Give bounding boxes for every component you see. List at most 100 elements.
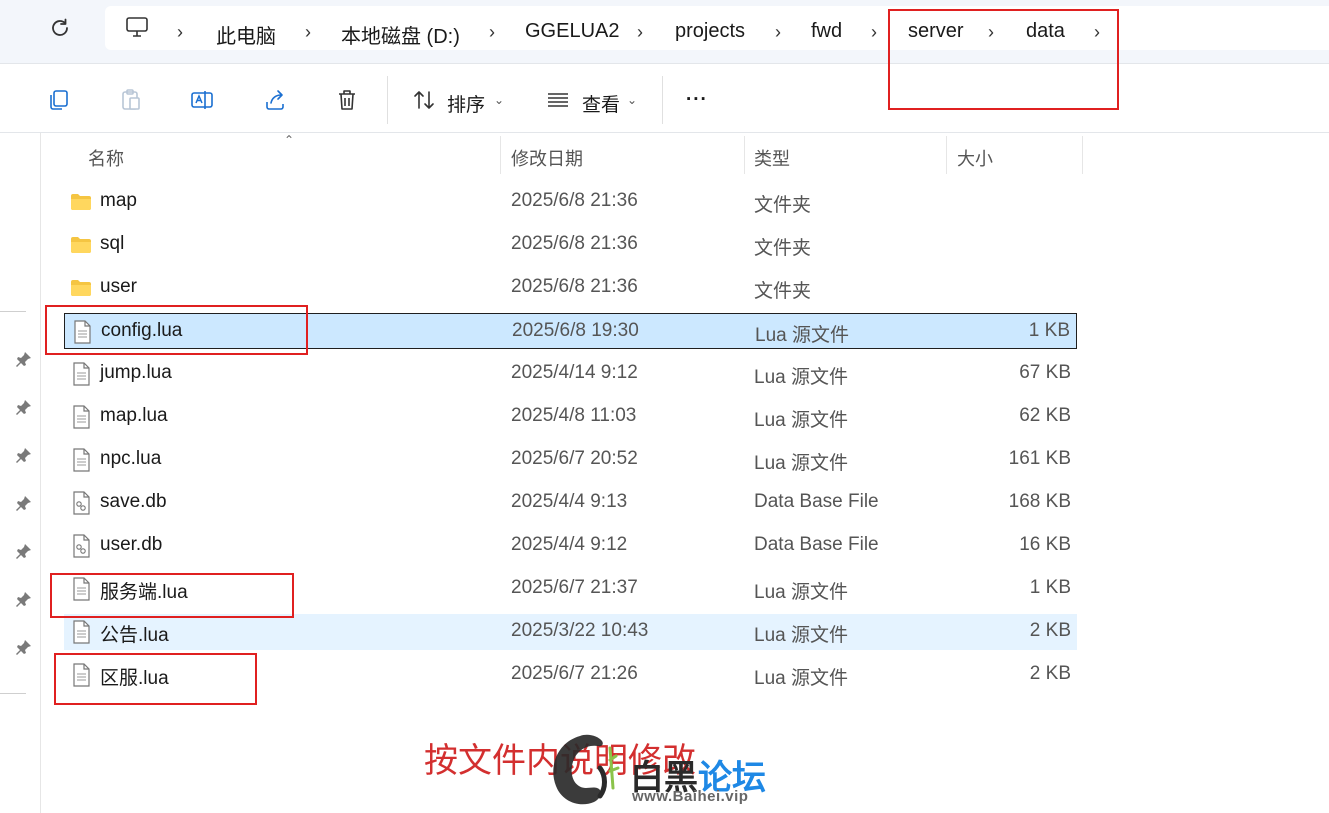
- file-date: 2025/4/8 11:03: [511, 405, 637, 426]
- breadcrumb-item-fwd[interactable]: fwd: [811, 20, 842, 43]
- file-name: save.db: [100, 491, 167, 512]
- file-type: 文件夹: [754, 238, 812, 259]
- file-date: 2025/6/8 21:36: [511, 276, 638, 297]
- breadcrumb-item-this-pc[interactable]: 此电脑: [216, 20, 276, 49]
- share-icon[interactable]: [263, 88, 287, 112]
- delete-icon[interactable]: [335, 88, 359, 112]
- breadcrumb-item-projects[interactable]: projects: [675, 20, 745, 43]
- divider: [0, 132, 1329, 133]
- paste-icon[interactable]: [119, 88, 143, 112]
- pin-icon[interactable]: [15, 350, 33, 368]
- file-row[interactable]: user.db 2025/4/4 9:12 Data Base File 16 KB: [64, 528, 1077, 564]
- file-row[interactable]: map.lua 2025/4/8 11:03 Lua 源文件 62 KB: [64, 399, 1077, 435]
- file-type: Lua 源文件: [754, 453, 848, 474]
- file-name: 公告.lua: [100, 625, 169, 646]
- file-date: 2025/6/8 21:36: [511, 233, 638, 254]
- file-size: 2 KB: [1029, 620, 1071, 641]
- file-date: 2025/6/7 21:26: [511, 663, 638, 684]
- folder-icon: [70, 233, 92, 257]
- file-row[interactable]: sql 2025/6/8 21:36 文件夹: [64, 227, 1077, 263]
- pin-icon[interactable]: [15, 446, 33, 464]
- file-date: 2025/6/7 21:37: [511, 577, 638, 598]
- pin-icon[interactable]: [15, 494, 33, 512]
- refresh-icon[interactable]: [48, 16, 72, 40]
- highlight-box: [54, 653, 257, 705]
- highlight-box: [45, 305, 308, 355]
- file-type: Lua 源文件: [754, 582, 848, 603]
- column-header-date[interactable]: 修改日期: [511, 145, 583, 171]
- file-size: 62 KB: [1019, 405, 1071, 426]
- file-size: 67 KB: [1019, 362, 1071, 383]
- file-date: 2025/6/8 21:36: [511, 190, 638, 211]
- breadcrumb[interactable]: › 此电脑 › 本地磁盘 (D:) › GGELUA2 › projects ›…: [105, 6, 1329, 50]
- file-date: 2025/4/4 9:12: [511, 534, 628, 555]
- file-date: 2025/4/14 9:12: [511, 362, 638, 383]
- file-row[interactable]: save.db 2025/4/4 9:13 Data Base File 168 KB: [64, 485, 1077, 521]
- file-name: user.db: [100, 534, 163, 555]
- column-header-size[interactable]: 大小: [957, 145, 993, 171]
- column-divider[interactable]: [1082, 136, 1083, 174]
- text-file-icon: [70, 362, 92, 386]
- breadcrumb-item-drive-d[interactable]: 本地磁盘 (D:): [341, 20, 460, 49]
- chevron-right-icon[interactable]: ›: [775, 22, 781, 43]
- file-type: Data Base File: [754, 534, 879, 555]
- file-name: sql: [100, 233, 125, 254]
- file-date: 2025/6/8 19:30: [512, 320, 639, 341]
- rename-icon[interactable]: [190, 88, 214, 112]
- file-row[interactable]: user 2025/6/8 21:36 文件夹: [64, 270, 1077, 306]
- nav-divider: [0, 693, 26, 694]
- chevron-right-icon[interactable]: ›: [305, 22, 311, 43]
- file-size: 16 KB: [1019, 534, 1071, 555]
- file-size: 168 KB: [1008, 491, 1071, 512]
- navigation-pane: [0, 133, 41, 813]
- file-row[interactable]: jump.lua 2025/4/14 9:12 Lua 源文件 67 KB: [64, 356, 1077, 392]
- file-name: npc.lua: [100, 448, 162, 469]
- chevron-right-icon[interactable]: ›: [871, 22, 877, 43]
- file-type: Lua 源文件: [754, 625, 848, 646]
- toolbar-divider: [662, 76, 663, 124]
- file-date: 2025/4/4 9:13: [511, 491, 628, 512]
- file-row[interactable]: map 2025/6/8 21:36 文件夹: [64, 184, 1077, 220]
- file-row[interactable]: npc.lua 2025/6/7 20:52 Lua 源文件 161 KB: [64, 442, 1077, 478]
- pin-icon[interactable]: [15, 398, 33, 416]
- file-type: Lua 源文件: [754, 410, 848, 431]
- nav-divider: [0, 311, 26, 312]
- copy-icon[interactable]: [47, 88, 71, 112]
- file-name: jump.lua: [100, 362, 172, 383]
- pin-icon[interactable]: [15, 638, 33, 656]
- toolbar-divider: [387, 76, 388, 124]
- view-button[interactable]: 查看: [582, 90, 620, 117]
- pin-icon[interactable]: [15, 542, 33, 560]
- chevron-right-icon[interactable]: ›: [489, 22, 495, 43]
- chevron-right-icon[interactable]: ›: [637, 22, 643, 43]
- file-size: 2 KB: [1029, 663, 1071, 684]
- file-size: 161 KB: [1008, 448, 1071, 469]
- column-divider[interactable]: [946, 136, 947, 174]
- sort-button[interactable]: 排序: [447, 90, 485, 117]
- chevron-right-icon[interactable]: ›: [177, 22, 183, 43]
- text-file-icon: [70, 620, 92, 644]
- file-name: map.lua: [100, 405, 168, 426]
- column-header-name[interactable]: 名称: [88, 145, 124, 171]
- sort-ascending-icon: ⌃: [284, 133, 295, 147]
- address-bar-area: › 此电脑 › 本地磁盘 (D:) › GGELUA2 › projects ›…: [0, 0, 1329, 63]
- text-file-icon: [70, 448, 92, 472]
- more-options-button[interactable]: ...: [686, 84, 708, 106]
- column-header-type[interactable]: 类型: [754, 145, 790, 171]
- pin-icon[interactable]: [15, 590, 33, 608]
- chevron-down-icon[interactable]: ⌄: [627, 93, 637, 107]
- command-toolbar: 排序 ⌄ 查看 ⌄ ...: [0, 64, 1329, 132]
- file-name: user: [100, 276, 137, 297]
- chevron-down-icon[interactable]: ⌄: [494, 93, 504, 107]
- folder-icon: [70, 276, 92, 300]
- file-size: 1 KB: [1028, 320, 1070, 341]
- view-icon[interactable]: [546, 88, 570, 112]
- breadcrumb-item-ggelua2[interactable]: GGELUA2: [525, 20, 619, 43]
- db-file-icon: [70, 491, 92, 515]
- file-row[interactable]: 公告.lua 2025/3/22 10:43 Lua 源文件 2 KB: [64, 614, 1077, 650]
- column-divider[interactable]: [500, 136, 501, 174]
- computer-icon[interactable]: [125, 16, 149, 38]
- column-divider[interactable]: [744, 136, 745, 174]
- highlight-box: [50, 573, 294, 618]
- sort-icon[interactable]: [412, 88, 436, 112]
